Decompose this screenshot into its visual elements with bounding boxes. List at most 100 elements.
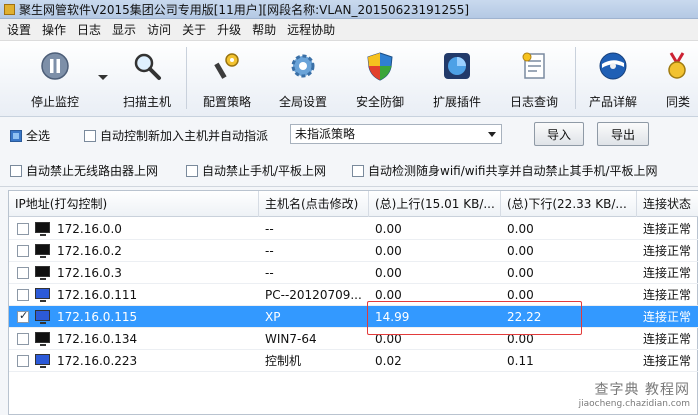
checkbox-box[interactable] (10, 129, 22, 142)
cell-status: 连接正常 (643, 288, 692, 302)
menu-about[interactable]: 关于 (179, 21, 214, 38)
toolbar-separator (186, 47, 187, 109)
menu-help[interactable]: 帮助 (249, 21, 284, 38)
cell-download: 0.00 (507, 288, 534, 302)
computer-icon (35, 310, 50, 324)
product-details-button[interactable]: 产品详解 (580, 47, 646, 113)
cell-download: 0.00 (507, 244, 534, 258)
menu-upgrade[interactable]: 升级 (214, 21, 249, 38)
column-header-upload[interactable]: (总)上行(15.01 KB/... (369, 191, 501, 217)
row-checkbox[interactable] (17, 355, 29, 367)
watermark-url: jiaocheng.chazidian.com (578, 399, 690, 409)
chevron-down-icon[interactable] (98, 75, 108, 80)
auto-control-checkbox[interactable]: 自动控制新加入主机并自动指派 (84, 127, 268, 144)
row-checkbox[interactable] (17, 289, 29, 301)
policy-select[interactable]: 未指派策略 (290, 124, 502, 144)
column-header-hostname[interactable]: 主机名(点击修改) (259, 191, 369, 217)
table-row[interactable]: 172.16.0.115 XP 14.99 22.22 连接正常 (9, 306, 698, 328)
computer-icon (35, 332, 50, 346)
cell-status: 连接正常 (643, 310, 692, 324)
menu-access[interactable]: 访问 (144, 21, 179, 38)
computer-icon (35, 266, 50, 280)
select-all-checkbox[interactable]: 全选 (10, 127, 50, 144)
cell-hostname[interactable]: -- (259, 240, 369, 262)
app-icon (4, 3, 15, 15)
scan-host-label: 扫描主机 (122, 95, 171, 109)
menu-remote-assist[interactable]: 远程协助 (284, 21, 343, 38)
table-row[interactable]: 172.16.0.111 PC--20120709... 0.00 0.00 连接正常 (9, 284, 698, 306)
gear-icon (288, 51, 318, 81)
stop-monitor-label: 停止监控 (30, 95, 79, 109)
toolbar: 停止监控 扫描主机 配置策略 全局设置 安全防御 扩展插件 日志查询 产品详解 … (0, 41, 698, 117)
policy-select-value: 未指派策略 (295, 127, 356, 141)
row-checkbox[interactable] (17, 333, 29, 345)
watermark-title: 查字典 教程网 (594, 382, 690, 398)
security-button[interactable]: 安全防御 (347, 47, 413, 113)
table-row[interactable]: 172.16.0.223 控制机 0.02 0.11 连接正常 (9, 350, 698, 372)
table-header: IP地址(打勾控制) 主机名(点击修改) (总)上行(15.01 KB/... … (9, 191, 698, 217)
cell-status: 连接正常 (643, 354, 692, 368)
menu-settings[interactable]: 设置 (4, 21, 39, 38)
ban-wireless-router-checkbox[interactable]: 自动禁止无线路由器上网 (10, 162, 158, 179)
ban-phone-checkbox[interactable]: 自动禁止手机/平板上网 (186, 162, 326, 179)
scan-host-button[interactable]: 扫描主机 (114, 47, 180, 113)
table-row[interactable]: 172.16.0.3 -- 0.00 0.00 连接正常 (9, 262, 698, 284)
row-checkbox[interactable] (17, 309, 29, 323)
log-document-icon (519, 51, 549, 81)
menu-log[interactable]: 日志 (74, 21, 109, 38)
computer-icon (35, 288, 50, 302)
detect-portable-wifi-checkbox[interactable]: 自动检测随身wifi/wifi共享并自动禁止其手机/平板上网 (352, 162, 692, 179)
options-row-2: 自动禁止无线路由器上网 自动禁止手机/平板上网 自动检测随身wifi/wifi共… (0, 151, 698, 187)
checkbox-box[interactable] (186, 164, 198, 177)
detect-portable-wifi-label: 自动检测随身wifi/wifi共享并自动禁止其手机/平板上网 (368, 164, 658, 178)
ban-wireless-router-label: 自动禁止无线路由器上网 (26, 164, 159, 178)
plugins-label: 扩展插件 (432, 95, 481, 109)
export-button[interactable]: 导出 (597, 122, 649, 146)
cell-hostname[interactable]: -- (259, 262, 369, 284)
product-details-label: 产品详解 (588, 95, 637, 109)
cell-hostname[interactable]: 控制机 (259, 350, 369, 372)
column-header-status[interactable]: 连接状态 (637, 191, 698, 217)
export-label: 导出 (610, 127, 635, 142)
table-row[interactable]: 172.16.0.134 WIN7-64 0.00 0.00 连接正常 (9, 328, 698, 350)
cell-ip: 172.16.0.3 (57, 266, 122, 280)
cell-ip: 172.16.0.223 (57, 354, 138, 368)
config-policy-button[interactable]: 配置策略 (194, 47, 260, 113)
cell-hostname[interactable]: -- (259, 218, 369, 240)
peer-button[interactable]: 同类 (656, 47, 698, 113)
chevron-down-icon (488, 132, 496, 137)
menu-operate[interactable]: 操作 (39, 21, 74, 38)
toolbar-separator (575, 47, 576, 109)
checkbox-box[interactable] (352, 164, 364, 177)
checkbox-box[interactable] (10, 164, 22, 177)
plugins-button[interactable]: 扩展插件 (424, 47, 490, 113)
watermark: 查字典 教程网 jiaocheng.chazidian.com (579, 379, 690, 409)
medal-icon (662, 51, 692, 81)
log-query-button[interactable]: 日志查询 (501, 47, 567, 113)
menu-display[interactable]: 显示 (109, 21, 144, 38)
table-row[interactable]: 172.16.0.0 -- 0.00 0.00 连接正常 (9, 218, 698, 240)
log-query-label: 日志查询 (509, 95, 558, 109)
stop-monitor-button[interactable]: 停止监控 (22, 47, 88, 113)
column-header-download[interactable]: (总)下行(22.33 KB/... (501, 191, 637, 217)
cell-hostname[interactable]: PC--20120709... (259, 284, 369, 306)
cell-ip: 172.16.0.111 (57, 288, 138, 302)
cell-download: 0.11 (507, 354, 534, 368)
row-checkbox[interactable] (17, 223, 29, 235)
import-label: 导入 (546, 127, 571, 142)
cell-upload: 0.00 (375, 332, 402, 346)
menu-bar: 设置 操作 日志 显示 访问 关于 升级 帮助 远程协助 (0, 19, 698, 41)
table-row[interactable]: 172.16.0.2 -- 0.00 0.00 连接正常 (9, 240, 698, 262)
column-header-ip[interactable]: IP地址(打勾控制) (9, 191, 259, 217)
auto-control-label: 自动控制新加入主机并自动指派 (100, 129, 269, 143)
row-checkbox[interactable] (17, 245, 29, 257)
row-checkbox[interactable] (17, 267, 29, 279)
import-button[interactable]: 导入 (534, 122, 584, 146)
cell-upload: 0.00 (375, 222, 402, 236)
checkbox-box[interactable] (84, 129, 96, 142)
global-settings-button[interactable]: 全局设置 (270, 47, 336, 113)
cell-hostname[interactable]: XP (259, 306, 369, 328)
key-icon (212, 51, 242, 81)
options-row-1: 全选 自动控制新加入主机并自动指派 未指派策略 导入 导出 (0, 117, 698, 151)
cell-hostname[interactable]: WIN7-64 (259, 328, 369, 350)
